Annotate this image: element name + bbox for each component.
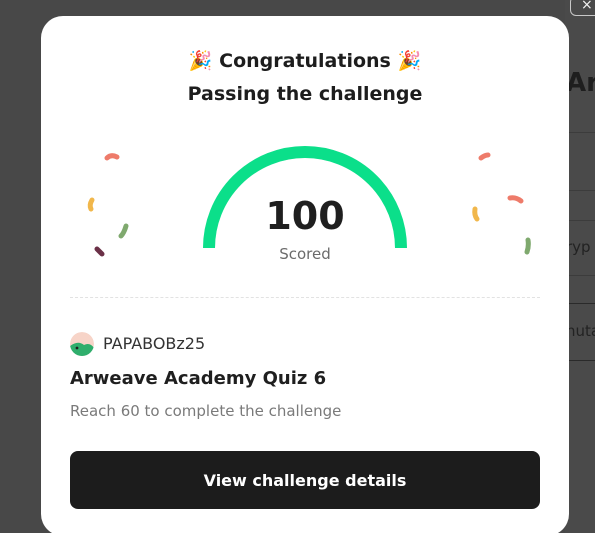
confetti-piece (94, 246, 105, 257)
background-divider (565, 190, 595, 191)
confetti-piece (478, 152, 491, 161)
background-divider (565, 275, 595, 276)
view-challenge-details-button[interactable]: View challenge details (70, 451, 540, 509)
user-avatar (70, 332, 94, 356)
confetti-piece (104, 153, 120, 161)
challenge-result-modal: 🎉 Congratulations 🎉 Passing the challeng… (41, 16, 569, 533)
confetti-right (472, 152, 531, 255)
background-divider (565, 360, 595, 361)
background-divider (565, 303, 595, 304)
background-divider (565, 220, 595, 221)
username: PAPABOBz25 (103, 334, 206, 353)
background-page-title: Arv (566, 68, 595, 98)
quiz-title: Arweave Academy Quiz 6 (70, 368, 327, 389)
confetti-piece (524, 237, 531, 255)
confetti-left (87, 153, 129, 257)
score-value: 100 (265, 194, 345, 238)
confetti-piece (87, 197, 95, 212)
confetti-piece (118, 223, 129, 239)
confetti-piece (507, 195, 524, 204)
background-row-text: ryp (566, 238, 591, 256)
background-divider (565, 132, 595, 133)
close-modal-button[interactable]: × (570, 0, 595, 16)
section-divider (70, 297, 540, 298)
confetti-piece (472, 206, 480, 222)
background-row-text: nuta (566, 322, 595, 340)
score-label: Scored (279, 245, 331, 263)
challenge-requirement: Reach 60 to complete the challenge (70, 402, 342, 420)
avatar-icon (70, 332, 94, 356)
